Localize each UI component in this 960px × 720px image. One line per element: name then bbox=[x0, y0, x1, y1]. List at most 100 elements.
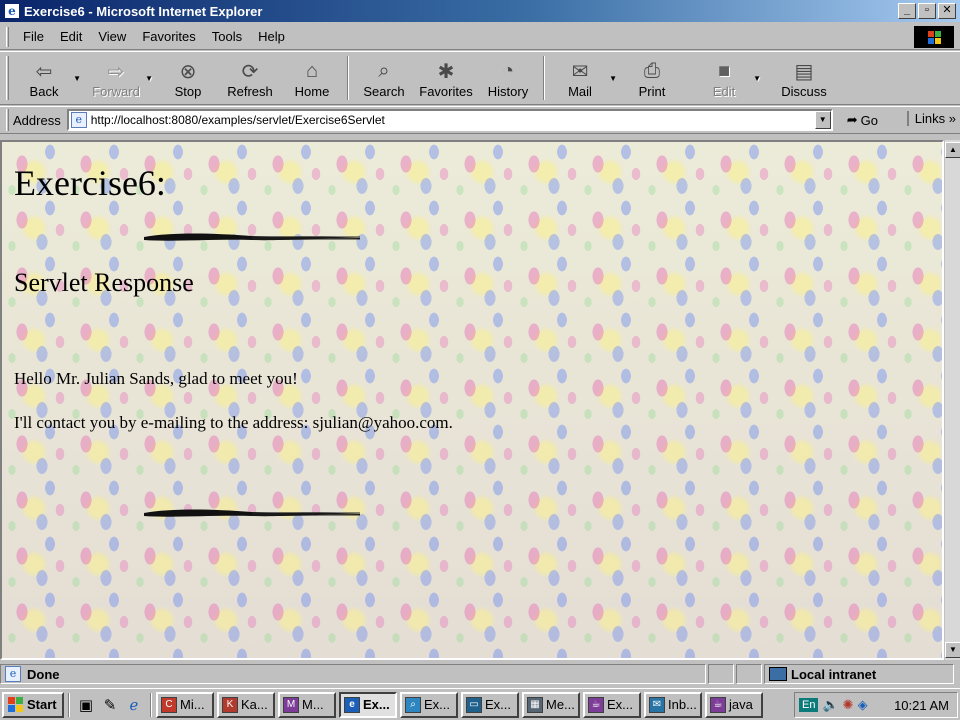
taskbar-task[interactable]: K Ka... bbox=[217, 691, 275, 718]
task-label: Inb... bbox=[668, 697, 697, 712]
minimize-button[interactable]: _ bbox=[898, 3, 916, 19]
windows-flag-icon bbox=[8, 697, 23, 712]
stop-label: Stop bbox=[174, 84, 202, 99]
status-bar: e Done Local intranet bbox=[0, 662, 960, 686]
back-button[interactable]: ⇦ Back ▼ bbox=[13, 54, 81, 102]
links-button[interactable]: Links » bbox=[906, 111, 956, 126]
vertical-scrollbar[interactable]: ▲ ▼ bbox=[944, 140, 960, 660]
taskbar-task[interactable]: ▦ Me... bbox=[522, 691, 580, 718]
maximize-button[interactable]: ▫ bbox=[918, 3, 936, 19]
task-app-icon: e bbox=[344, 696, 360, 713]
taskbar-task-active[interactable]: e Ex... bbox=[339, 691, 397, 718]
refresh-icon: ⟳ bbox=[241, 60, 259, 83]
go-label: Go bbox=[860, 112, 878, 128]
history-button[interactable]: ◔ History bbox=[477, 54, 539, 102]
taskbar-task[interactable]: M M... bbox=[278, 691, 336, 718]
addressbar-grip[interactable] bbox=[6, 109, 9, 131]
show-desktop-icon[interactable]: ▣ bbox=[74, 693, 98, 717]
menu-view[interactable]: View bbox=[90, 27, 134, 46]
forward-dropdown-icon[interactable]: ▼ bbox=[145, 74, 153, 83]
stop-button[interactable]: ⊗ Stop bbox=[157, 54, 219, 102]
discuss-label: Discuss bbox=[781, 84, 827, 99]
status-panel bbox=[708, 664, 734, 684]
address-bar: Address e http://localhost:8080/examples… bbox=[0, 106, 960, 134]
address-input[interactable]: e http://localhost:8080/examples/servlet… bbox=[66, 109, 833, 131]
go-button[interactable]: ➦ Go bbox=[841, 112, 884, 128]
search-button[interactable]: ⌕ Search bbox=[353, 54, 415, 102]
favorites-button[interactable]: ✱ Favorites bbox=[415, 54, 477, 102]
status-text: Done bbox=[27, 666, 60, 682]
standard-toolbar: ⇦ Back ▼ ⇨ Forward ▼ ⊗ Stop ⟳ Refresh ⌂ … bbox=[0, 51, 960, 105]
task-app-icon: ▭ bbox=[466, 696, 482, 713]
discuss-button[interactable]: ▤ Discuss bbox=[773, 54, 835, 102]
home-button[interactable]: ⌂ Home bbox=[281, 54, 343, 102]
task-label: Ka... bbox=[241, 697, 268, 712]
window-title-bar[interactable]: e Exercise6 - Microsoft Internet Explore… bbox=[0, 0, 960, 22]
start-button[interactable]: Start bbox=[2, 691, 64, 718]
address-dropdown-icon[interactable]: ▼ bbox=[814, 111, 831, 129]
scroll-down-icon[interactable]: ▼ bbox=[945, 642, 960, 658]
menu-help[interactable]: Help bbox=[250, 27, 293, 46]
task-app-icon: ▦ bbox=[527, 696, 543, 713]
menu-edit[interactable]: Edit bbox=[52, 27, 90, 46]
close-button[interactable]: ✕ bbox=[938, 3, 956, 19]
refresh-button[interactable]: ⟳ Refresh bbox=[219, 54, 281, 102]
task-label: java bbox=[729, 697, 753, 712]
task-label: M... bbox=[302, 697, 324, 712]
task-app-icon: ✉ bbox=[649, 696, 665, 713]
menu-favorites[interactable]: Favorites bbox=[134, 27, 203, 46]
refresh-label: Refresh bbox=[227, 84, 273, 99]
print-button[interactable]: ⎙ Print bbox=[621, 54, 683, 102]
mail-button[interactable]: ✉ Mail ▼ bbox=[549, 54, 617, 102]
volume-icon[interactable]: 🔈 bbox=[822, 697, 838, 713]
forward-button[interactable]: ⇨ Forward ▼ bbox=[85, 54, 153, 102]
task-label: Ex... bbox=[485, 697, 512, 712]
scroll-up-icon[interactable]: ▲ bbox=[945, 142, 960, 158]
home-icon: ⌂ bbox=[305, 59, 319, 82]
page-content[interactable]: Exercise6: Servlet Response Hello Mr. Ju… bbox=[0, 140, 944, 660]
history-label: History bbox=[487, 84, 529, 99]
task-app-icon: C bbox=[161, 696, 177, 713]
taskbar-separator bbox=[68, 692, 70, 717]
taskbar-separator bbox=[150, 692, 152, 717]
task-app-icon: ⌕ bbox=[405, 696, 421, 713]
internet-explorer-icon[interactable]: ℯ bbox=[122, 693, 146, 717]
taskbar-task[interactable]: ☕ java bbox=[705, 691, 763, 718]
mail-dropdown-icon[interactable]: ▼ bbox=[609, 74, 617, 83]
task-label: Ex... bbox=[424, 697, 451, 712]
outlook-express-icon[interactable]: ✎ bbox=[98, 693, 122, 717]
network-icon[interactable]: ✺ bbox=[843, 697, 854, 713]
edit-button[interactable]: ■ Edit ▼ bbox=[693, 54, 761, 102]
edit-dropdown-icon[interactable]: ▼ bbox=[753, 74, 761, 83]
toolbar-separator bbox=[543, 56, 545, 100]
menu-tools[interactable]: Tools bbox=[204, 27, 250, 46]
menubar-grip[interactable] bbox=[6, 26, 9, 47]
tray-app-icon[interactable]: ◈ bbox=[858, 697, 868, 713]
page-done-icon: e bbox=[5, 666, 21, 682]
status-main-panel: e Done bbox=[0, 664, 706, 684]
task-label: Mi... bbox=[180, 697, 205, 712]
links-label: Links bbox=[914, 111, 946, 126]
go-arrow-icon: ➦ bbox=[846, 112, 858, 127]
taskbar-task[interactable]: ⌕ Ex... bbox=[400, 691, 458, 718]
taskbar-task[interactable]: C Mi... bbox=[156, 691, 214, 718]
edit-label: Edit bbox=[712, 84, 736, 99]
task-app-icon: K bbox=[222, 696, 238, 713]
menu-file[interactable]: File bbox=[15, 27, 52, 46]
decorative-brush-line bbox=[144, 509, 360, 517]
task-label: Ex... bbox=[363, 697, 390, 712]
back-dropdown-icon[interactable]: ▼ bbox=[73, 74, 81, 83]
taskbar-task[interactable]: ✉ Inb... bbox=[644, 691, 702, 718]
task-app-icon: M bbox=[283, 696, 299, 713]
back-label: Back bbox=[29, 84, 59, 99]
language-indicator[interactable]: En bbox=[799, 698, 819, 712]
menu-bar: File Edit View Favorites Tools Help bbox=[0, 24, 960, 50]
toolbar-separator bbox=[347, 56, 349, 100]
clock[interactable]: 10:21 AM bbox=[894, 698, 949, 713]
toolbar-grip[interactable] bbox=[6, 56, 9, 100]
taskbar-task[interactable]: ▭ Ex... bbox=[461, 691, 519, 718]
address-url[interactable]: http://localhost:8080/examples/servlet/E… bbox=[91, 113, 385, 127]
favorites-label: Favorites bbox=[419, 84, 473, 99]
window-controls: _ ▫ ✕ bbox=[898, 3, 956, 19]
taskbar-task[interactable]: ☕ Ex... bbox=[583, 691, 641, 718]
